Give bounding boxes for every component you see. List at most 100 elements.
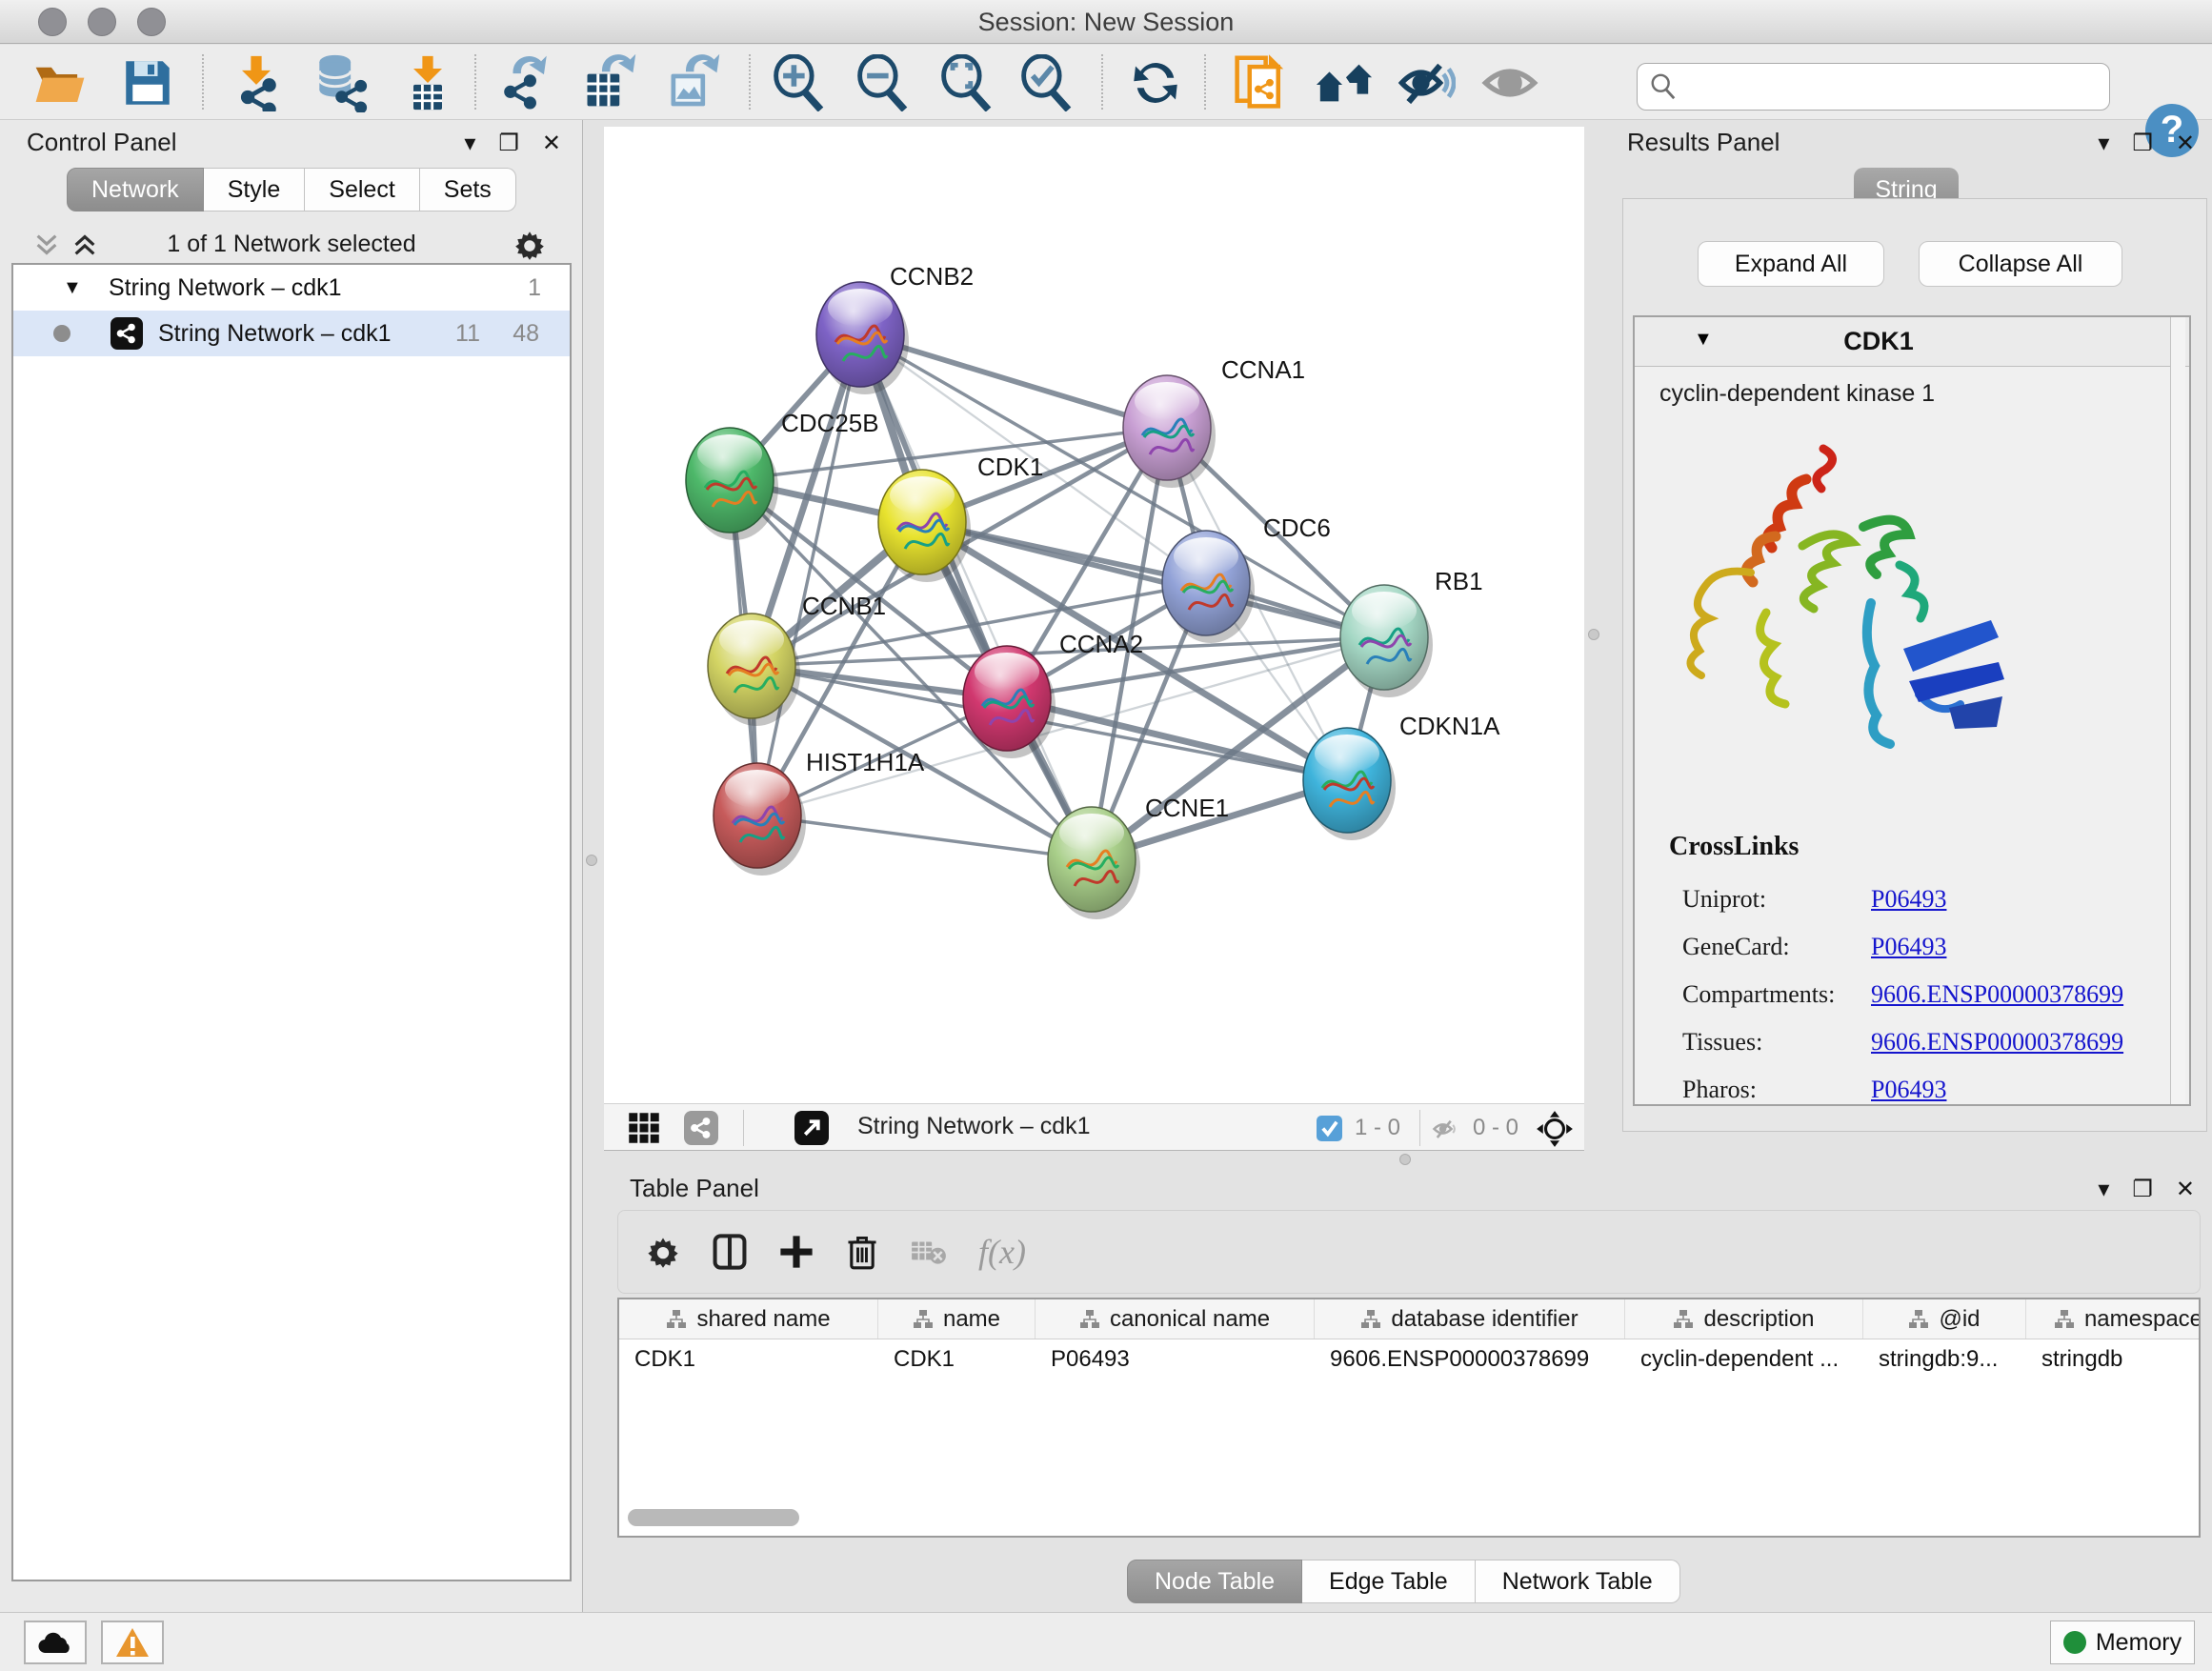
network-graph[interactable]: CCNB2CCNA1CDC25BCDK1CDC6RB1CCNB1CCNA2CDK… [604,127,1584,1103]
table-row[interactable]: CDK1CDK1P064939606.ENSP00000378699cyclin… [619,1339,2199,1379]
string-documents-button[interactable] [1229,52,1292,113]
panel-menu-icon[interactable]: ▾ [2098,1176,2109,1203]
crosslink-link[interactable]: P06493 [1871,933,1946,961]
panel-float-icon[interactable]: ❐ [2132,1176,2153,1203]
splitter-handle[interactable] [1588,629,1599,640]
tab-edge-table[interactable]: Edge Table [1302,1560,1476,1603]
crosslink-link[interactable]: 9606.ENSP00000378699 [1871,980,2123,1009]
cloud-status-button[interactable] [24,1621,87,1664]
splitter-handle[interactable] [586,855,597,866]
panel-float-icon[interactable]: ❐ [498,130,519,157]
export-image-button[interactable] [661,52,724,113]
table-cell[interactable]: 9606.ENSP00000378699 [1315,1339,1625,1379]
network-node-CDKN1A[interactable] [1303,728,1396,840]
gene-section-header[interactable]: ▼ CDK1 [1635,317,2189,367]
import-table-file-button[interactable] [396,52,459,113]
panel-close-icon[interactable]: ✕ [2176,130,2195,157]
panel-menu-icon[interactable]: ▾ [464,130,475,157]
zoom-selected-button[interactable] [1016,52,1078,113]
results-scrollbar[interactable] [2170,317,2185,1104]
save-session-button[interactable] [116,52,179,113]
show-all-button[interactable] [1478,52,1541,113]
memory-button[interactable]: Memory [2050,1621,2195,1664]
collapse-all-button[interactable]: Collapse All [1919,241,2122,287]
network-tree: ▼ String Network – cdk1 1 String Network… [11,263,572,1581]
hidden-items-eye-icon[interactable] [1431,1116,1459,1142]
table-cell[interactable]: CDK1 [619,1339,878,1379]
table-cell[interactable]: P06493 [1036,1339,1315,1379]
hide-unhide-button[interactable] [1395,52,1458,113]
network-node-CCNA1[interactable] [1123,375,1216,488]
birds-eye-view-icon[interactable] [1536,1110,1574,1148]
detach-view-icon[interactable] [794,1111,829,1145]
panel-float-icon[interactable]: ❐ [2132,130,2153,157]
tab-network-table[interactable]: Network Table [1476,1560,1680,1603]
table-cell[interactable]: cyclin-dependent ... [1625,1339,1863,1379]
network-edge-CCNE1-HIST1H1A[interactable] [757,815,1092,859]
table-cell[interactable]: stringdb [2026,1339,2201,1379]
network-node-HIST1H1A[interactable] [714,763,806,876]
grid-view-icon[interactable] [627,1111,661,1145]
network-edge-CCNB2-HIST1H1A[interactable] [757,334,860,815]
add-column-icon[interactable] [778,1234,814,1270]
tab-network[interactable]: Network [67,168,204,211]
delete-column-trash-icon[interactable] [845,1234,879,1270]
panel-close-icon[interactable]: ✕ [542,130,561,157]
warnings-button[interactable] [101,1621,164,1664]
table-cell[interactable]: stringdb:9... [1863,1339,2026,1379]
panel-menu-icon[interactable]: ▾ [2098,130,2109,157]
column-header-@id[interactable]: @id [1863,1299,2026,1339]
table-cell[interactable]: CDK1 [878,1339,1036,1379]
tab-sets[interactable]: Sets [420,168,516,211]
expand-all-button[interactable]: Expand All [1698,241,1884,287]
column-header-description[interactable]: description [1625,1299,1863,1339]
toolbar-separator [1101,54,1103,110]
table-options-gear-icon[interactable] [645,1234,681,1270]
collection-expander-icon[interactable]: ▼ [63,277,82,299]
column-type-icon [1908,1309,1929,1330]
import-network-file-button[interactable] [225,52,288,113]
search-box[interactable] [1637,63,2110,111]
crosslink-link[interactable]: P06493 [1871,885,1946,914]
string-documents-icon [1232,54,1289,111]
network-edge-CCNB2-CCNE1[interactable] [860,334,1092,859]
crosslink-link[interactable]: P06493 [1871,1076,1946,1104]
table-horizontal-scrollbar[interactable] [628,1509,799,1526]
column-header-shared-name[interactable]: shared name [619,1299,878,1339]
network-node-RB1[interactable] [1340,585,1433,697]
export-table-button[interactable] [577,52,640,113]
zoom-fit-button[interactable] [935,52,998,113]
import-network-database-button[interactable] [311,52,373,113]
column-header-name[interactable]: name [878,1299,1036,1339]
crosslink-link[interactable]: 9606.ENSP00000378699 [1871,1028,2123,1057]
apply-layout-button[interactable] [1124,52,1187,113]
network-node-CDK1[interactable] [878,470,971,582]
network-node-CCNB2[interactable] [816,282,909,394]
home-networks-button[interactable] [1313,52,1376,113]
network-view-share-icon[interactable] [684,1111,718,1145]
network-node-CDC6[interactable] [1162,531,1255,643]
zoom-out-button[interactable] [852,52,915,113]
network-node-CCNE1[interactable] [1048,807,1140,919]
column-header-database-identifier[interactable]: database identifier [1315,1299,1625,1339]
network-edge-HIST1H1A-RB1[interactable] [757,637,1384,815]
panel-close-icon[interactable]: ✕ [2176,1176,2195,1203]
show-columns-icon[interactable] [712,1234,748,1270]
node-table[interactable]: shared namenamecanonical namedatabase id… [617,1298,2201,1538]
column-header-canonical-name[interactable]: canonical name [1036,1299,1315,1339]
column-header-namespace[interactable]: namespace [2026,1299,2201,1339]
search-input[interactable] [1678,73,2078,100]
zoom-in-button[interactable] [768,52,831,113]
tab-select[interactable]: Select [305,168,419,211]
zoom-fit-icon [938,54,995,111]
network-row[interactable]: String Network – cdk1 11 48 [13,311,570,356]
network-node-CCNB1[interactable] [708,614,800,726]
network-options-gear-icon[interactable] [513,228,547,262]
network-collection-row[interactable]: ▼ String Network – cdk1 1 [13,265,570,311]
open-file-button[interactable] [29,52,91,113]
selected-checkbox-icon[interactable] [1317,1116,1342,1141]
export-network-button[interactable] [495,52,558,113]
tab-node-table[interactable]: Node Table [1127,1560,1302,1603]
tab-style[interactable]: Style [204,168,306,211]
network-canvas[interactable]: CCNB2CCNA1CDC25BCDK1CDC6RB1CCNB1CCNA2CDK… [604,127,1584,1103]
